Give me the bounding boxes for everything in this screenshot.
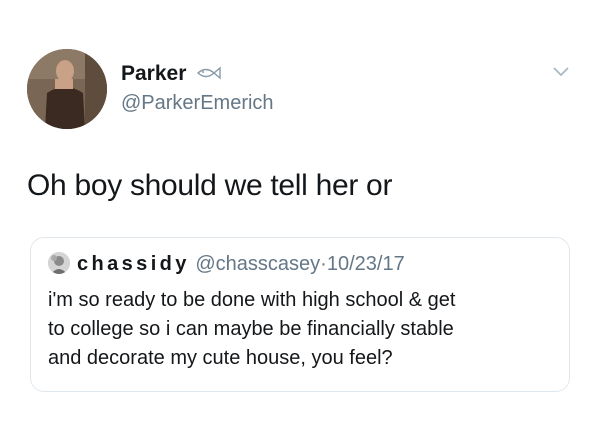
avatar-photo — [27, 49, 107, 129]
fish-emoji-icon — [196, 66, 221, 80]
quoted-tweet[interactable]: chassidy @chasscasey·10/23/17 i'm so rea… — [30, 237, 570, 392]
quoted-handle[interactable]: @chasscasey — [195, 253, 320, 275]
quoted-avatar — [48, 252, 70, 274]
quoted-avatar-photo — [48, 252, 70, 274]
quoted-text-line: and decorate my cute house, you feel? — [48, 347, 393, 369]
quoted-header: chassidy @chasscasey·10/23/17 — [77, 252, 405, 276]
user-handle[interactable]: @ParkerEmerich — [121, 91, 274, 115]
avatar[interactable] — [27, 49, 107, 129]
tweet-card: Parker @ParkerEmerich Oh boy should we t… — [0, 0, 600, 427]
display-name[interactable]: Parker — [121, 62, 186, 86]
chevron-down-icon[interactable] — [552, 66, 570, 78]
quoted-display-name[interactable]: chassidy — [77, 253, 190, 275]
quoted-text-line: to college so i can maybe be financially… — [48, 318, 454, 340]
quoted-text-line: i'm so ready to be done with high school… — [48, 289, 456, 311]
quoted-separator: · — [320, 253, 327, 275]
quoted-date[interactable]: 10/23/17 — [327, 253, 405, 275]
quoted-text: i'm so ready to be done with high school… — [48, 286, 558, 373]
tweet-text: Oh boy should we tell her or — [27, 169, 393, 202]
